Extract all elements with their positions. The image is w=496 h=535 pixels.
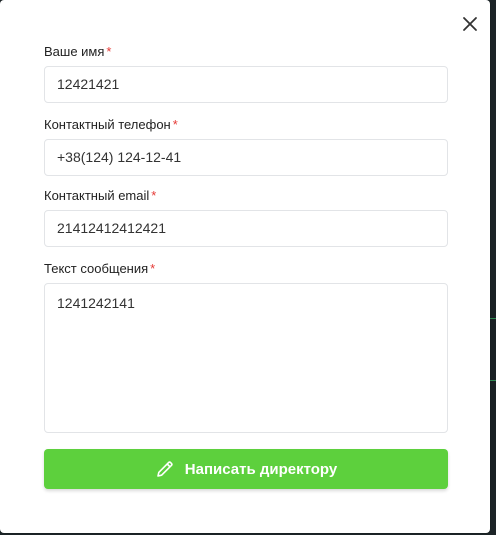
close-button[interactable]	[459, 13, 481, 35]
name-input[interactable]: 12421421	[44, 66, 448, 103]
email-input[interactable]: 21412412412421	[44, 210, 448, 247]
message-textarea[interactable]: 1241242141	[44, 283, 448, 433]
name-field-group: Ваше имя * 12421421	[44, 44, 448, 103]
required-mark: *	[151, 188, 157, 203]
required-mark: *	[150, 261, 156, 276]
phone-input[interactable]: +38(124) 124-12-41	[44, 139, 448, 176]
required-mark: *	[106, 44, 112, 59]
write-director-label: Написать директору	[184, 460, 338, 478]
email-field-group: Контактный email * 21412412412421	[44, 188, 448, 247]
message-label: Текст сообщения *	[44, 261, 156, 276]
message-field-group: Текст сообщения * 1241242141	[44, 261, 448, 433]
email-label: Контактный email *	[44, 188, 157, 203]
required-mark: *	[172, 117, 178, 132]
backdrop-line	[490, 380, 496, 381]
phone-field-group: Контактный телефон * +38(124) 124-12-41	[44, 117, 448, 176]
contact-director-modal: Ваше имя * 12421421 Контактный телефон * +…	[0, 0, 490, 533]
close-icon	[463, 17, 477, 31]
backdrop-line	[490, 318, 496, 319]
phone-label: Контактный телефон *	[44, 117, 178, 132]
backdrop	[490, 290, 496, 490]
write-director-button[interactable]: Написать директору	[44, 449, 448, 489]
pencil-icon	[155, 459, 175, 479]
name-label: Ваше имя *	[44, 44, 112, 59]
